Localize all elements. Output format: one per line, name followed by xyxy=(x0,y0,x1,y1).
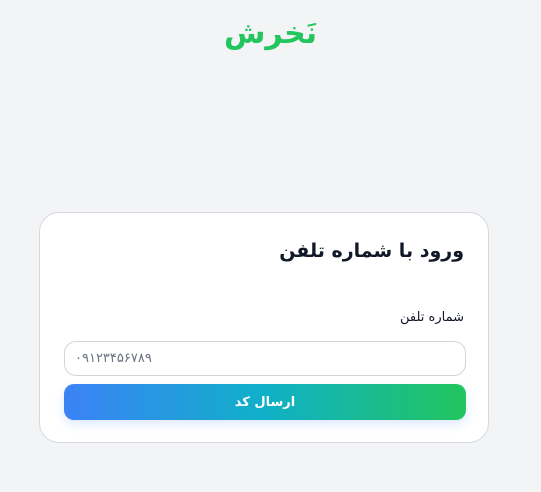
login-title: ورود با شماره تلفن xyxy=(279,240,464,262)
phone-input[interactable] xyxy=(64,341,466,376)
login-page: نَخرش ورود با شماره تلفن شماره تلفن ارسا… xyxy=(0,0,541,492)
brand-logo[interactable]: نَخرش xyxy=(0,12,541,56)
phone-label: شماره تلفن xyxy=(400,310,464,325)
send-code-button[interactable]: ارسال کد xyxy=(64,384,466,420)
login-card: ورود با شماره تلفن شماره تلفن ارسال کد xyxy=(39,212,489,443)
